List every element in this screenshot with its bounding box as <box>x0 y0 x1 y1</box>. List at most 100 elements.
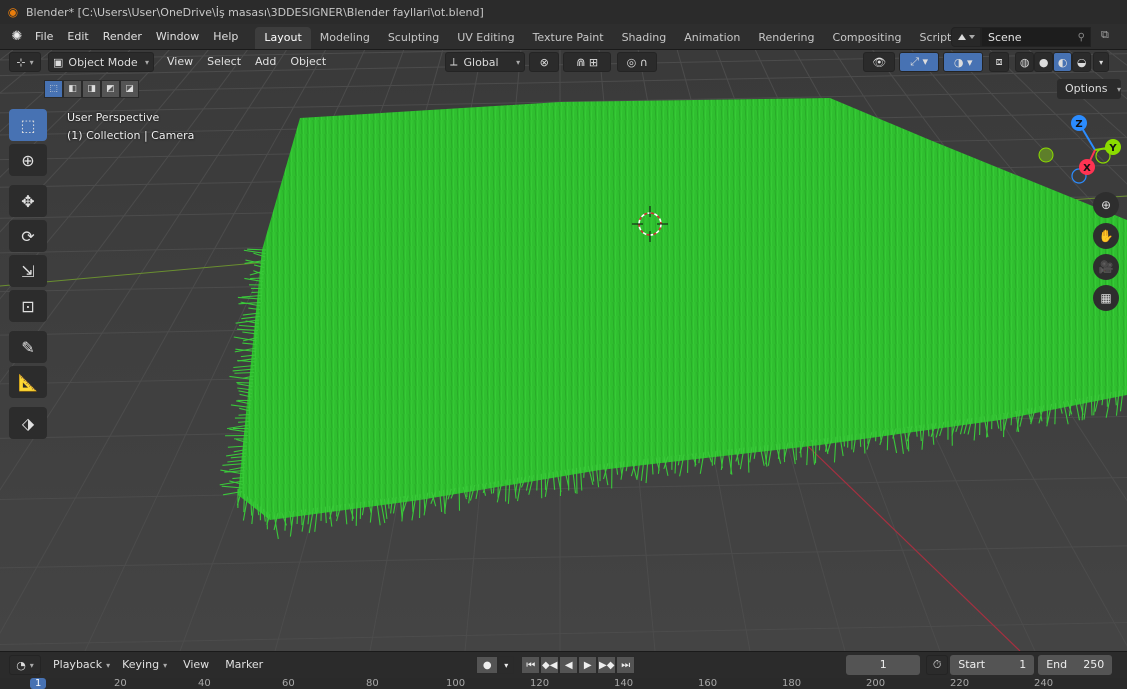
select-box-tool[interactable]: ⬚ <box>9 109 47 141</box>
camera-view-button[interactable]: 🎥 <box>1093 254 1119 280</box>
annotate-tool[interactable]: ✎ <box>9 331 47 363</box>
transform-orientation-dropdown[interactable]: ⟂ Global ▾ <box>445 52 526 72</box>
add-cube-tool[interactable]: ⬗ <box>9 407 47 439</box>
select-subtract-button[interactable]: ◨ <box>82 80 101 98</box>
rendered-sphere-icon: ◒ <box>1076 55 1087 69</box>
new-scene-icon[interactable]: ⧉ <box>1101 28 1115 42</box>
gizmo-toggle-button[interactable]: ⤢ ▾ <box>899 52 940 72</box>
current-frame-value: 1 <box>879 658 887 671</box>
menu-add[interactable]: Add <box>248 52 283 72</box>
pan-button[interactable]: ✋ <box>1093 223 1119 249</box>
material-sphere-icon: ◐ <box>1057 55 1068 69</box>
ortho-toggle-button[interactable]: ▦ <box>1093 285 1119 311</box>
scene-name-field[interactable]: Scene ⚲ <box>981 26 1091 48</box>
chevron-down-icon: ▾ <box>106 661 111 670</box>
menu-render[interactable]: Render <box>96 26 149 48</box>
current-frame-marker[interactable]: 1 <box>30 678 47 689</box>
rendered-shading-button[interactable]: ◒ <box>1072 52 1092 72</box>
menu-timeline-view[interactable]: View <box>177 655 215 675</box>
select-new-button[interactable]: ⬚ <box>44 80 63 98</box>
tab-layout[interactable]: Layout <box>255 26 311 49</box>
pivot-icon: ⊗ <box>539 55 549 69</box>
chevron-down-icon: ▾ <box>1099 57 1104 67</box>
snapping-button[interactable]: ⋒ ⊞ <box>563 52 612 72</box>
view-name: User Perspective <box>67 111 160 124</box>
tab-shading[interactable]: Shading <box>613 27 676 49</box>
select-invert-button[interactable]: ◩ <box>101 80 120 98</box>
zoom-icon: ⊕ <box>1100 198 1112 212</box>
tab-modeling[interactable]: Modeling <box>311 27 379 49</box>
editor-type-button[interactable]: ⊹ ▾ <box>9 52 41 72</box>
solid-shading-button[interactable]: ● <box>1034 52 1054 72</box>
shading-options-button[interactable]: ▾ <box>1093 52 1110 72</box>
mode-dropdown[interactable]: ▣ Object Mode ▾ <box>48 52 154 72</box>
navigation-gizmo[interactable]: Z Y X <box>1057 110 1127 190</box>
menu-select[interactable]: Select <box>200 52 248 72</box>
cursor-tool[interactable]: ⊕ <box>9 144 47 176</box>
tab-compositing[interactable]: Compositing <box>824 27 911 49</box>
solid-sphere-icon: ● <box>1038 55 1049 69</box>
menu-edit[interactable]: Edit <box>60 26 95 48</box>
end-frame-field[interactable]: End 250 <box>1038 655 1113 675</box>
menu-object[interactable]: Object <box>283 52 333 72</box>
tab-rendering[interactable]: Rendering <box>749 27 823 49</box>
select-intersect-button[interactable]: ◪ <box>120 80 139 98</box>
scene-browse-button[interactable] <box>951 26 981 47</box>
transform-tool[interactable]: ⊡ <box>9 290 47 322</box>
menu-marker[interactable]: Marker <box>219 655 269 675</box>
preview-range-button[interactable]: ⏱ <box>926 655 949 675</box>
ruler-tick: 20 <box>114 678 127 689</box>
menu-view[interactable]: View <box>160 52 200 72</box>
frame-ruler[interactable]: 1 20 40 60 80 100 120 140 160 180 200 22… <box>0 678 1127 689</box>
scale-tool[interactable]: ⇲ <box>9 255 47 287</box>
pin-icon[interactable]: ⚲ <box>1078 28 1085 48</box>
move-tool[interactable]: ✥ <box>9 185 47 217</box>
play-reverse-button[interactable]: ◀ <box>559 656 579 674</box>
xray-icon: ⧈ <box>995 55 1003 68</box>
play-button[interactable]: ▶ <box>578 656 598 674</box>
menu-help[interactable]: Help <box>206 26 245 48</box>
jump-end-button[interactable]: ⏭ <box>616 656 636 674</box>
blender-logo-icon[interactable]: ✺ <box>6 29 28 44</box>
ruler-tick: 160 <box>698 678 718 689</box>
menu-window[interactable]: Window <box>149 26 206 48</box>
overlays-toggle-button[interactable]: ◑ ▾ <box>943 52 984 72</box>
next-keyframe-button[interactable]: ▶◆ <box>597 656 617 674</box>
zoom-button[interactable]: ⊕ <box>1093 192 1119 218</box>
auto-keying-button[interactable]: ● <box>476 656 499 674</box>
play-icon: ▶ <box>583 659 592 671</box>
tab-uv-editing[interactable]: UV Editing <box>448 27 523 49</box>
prev-keyframe-button[interactable]: ◆◀ <box>540 656 560 674</box>
measure-tool[interactable]: 📐 <box>9 366 47 398</box>
material-shading-button[interactable]: ◐ <box>1053 52 1073 72</box>
rotate-tool[interactable]: ⟳ <box>9 220 47 252</box>
wireframe-shading-button[interactable]: ◍ <box>1015 52 1035 72</box>
proportional-edit-button[interactable]: ◎ ∩ <box>617 52 658 72</box>
scale-icon: ⇲ <box>21 261 35 281</box>
timeline-editor-type-button[interactable]: ◔ ▾ <box>9 655 41 675</box>
jump-start-button[interactable]: ⏮ <box>521 656 541 674</box>
visibility-button[interactable]: 👁 <box>863 52 896 72</box>
tab-animation[interactable]: Animation <box>675 27 749 49</box>
start-frame-field[interactable]: Start 1 <box>950 655 1035 675</box>
ruler-tick: 120 <box>530 678 550 689</box>
transform-icon: ⊡ <box>21 296 35 316</box>
pivot-point-button[interactable]: ⊗ <box>529 52 560 72</box>
end-label: End <box>1046 658 1068 671</box>
hand-icon: ✋ <box>1098 229 1114 243</box>
top-bar: ✺ File Edit Render Window Help Layout Mo… <box>0 24 1127 50</box>
menu-keying[interactable]: Keying ▾ <box>116 655 173 675</box>
select-extend-button[interactable]: ◧ <box>63 80 82 98</box>
tab-sculpting[interactable]: Sculpting <box>379 27 448 49</box>
menu-playback[interactable]: Playback ▾ <box>47 655 116 675</box>
chevron-down-icon: ▾ <box>144 57 149 67</box>
menu-file[interactable]: File <box>28 26 60 48</box>
options-dropdown[interactable]: Options ▾ <box>1057 79 1121 99</box>
xray-button[interactable]: ⧈ <box>989 52 1010 72</box>
current-frame-field[interactable]: 1 <box>846 655 921 675</box>
tab-texture-paint[interactable]: Texture Paint <box>524 27 613 49</box>
keyframe-record-group: ● ▾ <box>476 656 515 674</box>
keying-options-button[interactable]: ▾ <box>498 656 515 674</box>
grid-perspective-icon: ▦ <box>1100 291 1112 305</box>
negative-y-handle[interactable] <box>1038 147 1054 163</box>
